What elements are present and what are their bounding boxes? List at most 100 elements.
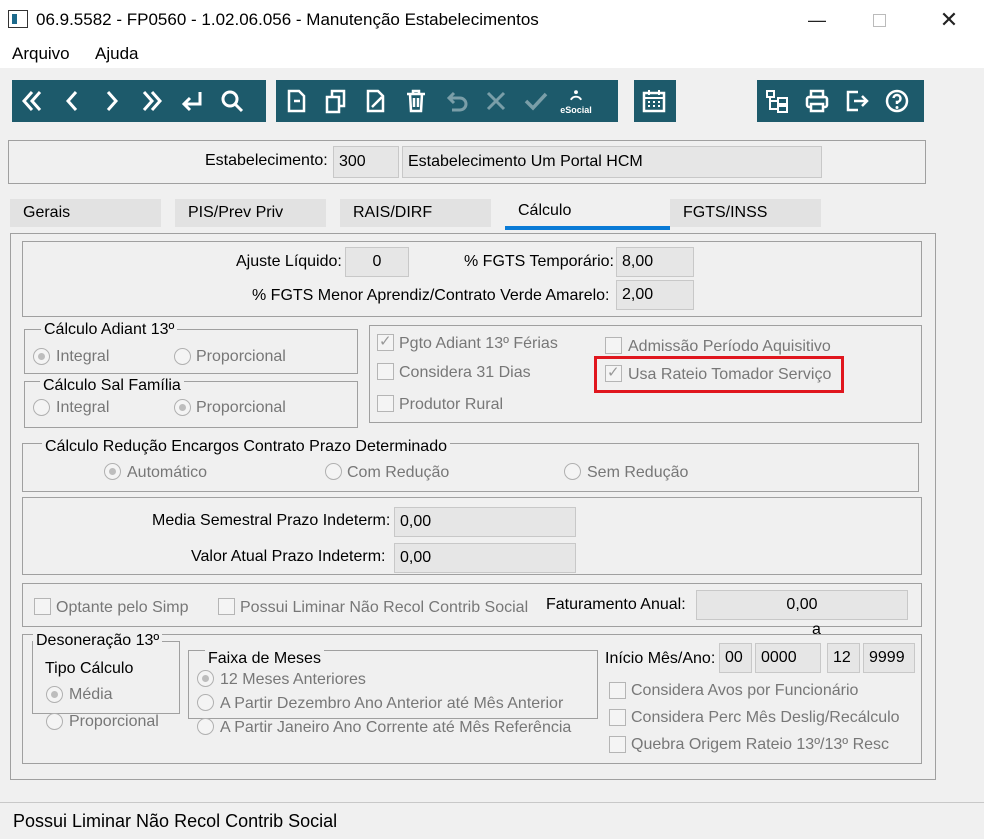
adiant13-proporcional-radio[interactable]	[174, 348, 191, 365]
fgts-menor-label: % FGTS Menor Aprendiz/Contrato Verde Ama…	[252, 287, 610, 304]
fim-mes-field[interactable]: 12	[827, 643, 860, 673]
produtor-rural-checkbox[interactable]	[377, 395, 394, 412]
calendar-icon[interactable]	[634, 80, 674, 122]
reducao-title: Cálculo Redução Encargos Contrato Prazo …	[42, 438, 450, 456]
fgts-temporario-field[interactable]: 8,00	[616, 247, 694, 277]
save-icon[interactable]	[516, 80, 556, 122]
tab-fgts-inss[interactable]: FGTS/INSS	[670, 199, 821, 227]
window-title: 06.9.5582 - FP0560 - 1.02.06.056 - Manut…	[36, 10, 539, 29]
esocial-icon[interactable]: eSocial	[556, 80, 596, 122]
desoneracao-proporcional-radio[interactable]	[46, 713, 63, 730]
esocial-label: eSocial	[560, 105, 592, 115]
right-toolbar	[757, 80, 924, 122]
faturamento-field[interactable]: 0,00	[696, 590, 908, 620]
rateio-checkbox[interactable]	[605, 363, 622, 382]
adiant13-integral-label: Integral	[56, 348, 110, 365]
fgts-menor-field[interactable]: 2,00	[616, 280, 694, 310]
cancel-icon[interactable]	[476, 80, 516, 122]
previous-icon[interactable]	[52, 80, 92, 122]
ate-label: a	[812, 621, 821, 638]
undo-icon[interactable]	[436, 80, 476, 122]
liminar-checkbox[interactable]	[218, 598, 235, 615]
pgto-adiant-label: Pgto Adiant 13º Férias	[399, 335, 558, 352]
ajuste-field[interactable]: 0	[345, 247, 409, 277]
fgts-temporario-label: % FGTS Temporário:	[464, 253, 614, 270]
media-label: Média	[69, 686, 113, 703]
app-icon	[8, 10, 28, 28]
new-icon[interactable]	[276, 80, 316, 122]
menu-arquivo[interactable]: Arquivo	[12, 44, 70, 64]
tab-rais-dirf[interactable]: RAIS/DIRF	[340, 199, 491, 227]
valor-atual-field[interactable]: 0,00	[394, 543, 576, 573]
goto-icon[interactable]	[172, 80, 212, 122]
media-radio[interactable]	[46, 686, 63, 703]
salfamilia-title: Cálculo Sal Família	[40, 377, 184, 395]
tab-calculo[interactable]: Cálculo	[505, 196, 670, 230]
adiant13-integral-radio[interactable]	[33, 348, 50, 365]
avos-label: Considera Avos por Funcionário	[631, 682, 859, 699]
adiant13-proporcional-label: Proporcional	[196, 348, 286, 365]
salfamilia-integral-radio[interactable]	[33, 399, 50, 416]
first-icon[interactable]	[12, 80, 52, 122]
edit-icon[interactable]	[356, 80, 396, 122]
salfamilia-proporcional-radio[interactable]	[174, 399, 191, 416]
tab-gerais[interactable]: Gerais	[10, 199, 161, 227]
reducao-sem-label: Sem Redução	[587, 464, 689, 481]
reducao-com-radio[interactable]	[325, 463, 342, 480]
reducao-automatico-radio[interactable]	[104, 463, 121, 480]
faixa-dezembro-label: A Partir Dezembro Ano Anterior até Mês A…	[220, 695, 564, 712]
reducao-sem-radio[interactable]	[564, 463, 581, 480]
faixa-12meses-radio[interactable]	[197, 670, 214, 687]
estabelecimento-name-field[interactable]: Estabelecimento Um Portal HCM	[402, 146, 822, 178]
inicio-ano-field[interactable]: 0000	[755, 643, 821, 673]
help-icon[interactable]	[877, 80, 917, 122]
next-icon[interactable]	[92, 80, 132, 122]
faixa-janeiro-radio[interactable]	[197, 718, 214, 735]
edit-toolbar: eSocial	[276, 80, 618, 122]
estabelecimento-label: Estabelecimento:	[205, 152, 328, 169]
pgto-adiant-checkbox[interactable]	[377, 332, 394, 351]
admissao-checkbox[interactable]	[605, 337, 622, 354]
close-button[interactable]: ✕	[926, 0, 972, 40]
salfamilia-integral-label: Integral	[56, 399, 110, 416]
perc-checkbox[interactable]	[609, 709, 626, 726]
tab-pis-prev-priv[interactable]: PIS/Prev Priv	[175, 199, 326, 227]
fim-ano-field[interactable]: 9999	[863, 643, 915, 673]
copy-icon[interactable]	[316, 80, 356, 122]
menu-bar: Arquivo Ajuda	[0, 40, 984, 68]
delete-icon[interactable]	[396, 80, 436, 122]
considera31-checkbox[interactable]	[377, 363, 394, 380]
last-icon[interactable]	[132, 80, 172, 122]
faixa-title: Faixa de Meses	[205, 650, 324, 668]
faixa-12meses-label: 12 Meses Anteriores	[220, 671, 366, 688]
quebra-checkbox[interactable]	[609, 736, 626, 753]
search-icon[interactable]	[212, 80, 252, 122]
reducao-com-label: Com Redução	[347, 464, 450, 481]
minimize-button[interactable]: —	[794, 0, 840, 40]
calendar-toolbar	[634, 80, 676, 122]
estabelecimento-code-field[interactable]: 300	[333, 146, 399, 178]
avos-checkbox[interactable]	[609, 682, 626, 699]
liminar-label: Possui Liminar Não Recol Contrib Social	[240, 599, 529, 616]
tipo-calculo-label: Tipo Cálculo	[45, 660, 134, 677]
admissao-label: Admissão Período Aquisitivo	[628, 338, 831, 355]
media-semestral-field[interactable]: 0,00	[394, 507, 576, 537]
quebra-label: Quebra Origem Rateio 13º/13º Resc	[631, 736, 890, 753]
title-bar: 06.9.5582 - FP0560 - 1.02.06.056 - Manut…	[0, 0, 984, 40]
faturamento-label: Faturamento Anual:	[546, 596, 686, 613]
faixa-dezembro-radio[interactable]	[197, 694, 214, 711]
ajuste-label: Ajuste Líquido:	[236, 253, 342, 270]
exit-icon[interactable]	[837, 80, 877, 122]
media-semestral-label: Media Semestral Prazo Indeterm:	[152, 512, 391, 529]
rateio-label: Usa Rateio Tomador Serviço	[628, 366, 832, 383]
inicio-mes-field[interactable]: 00	[719, 643, 752, 673]
optante-label: Optante pelo Simp	[56, 599, 189, 616]
print-icon[interactable]	[797, 80, 837, 122]
optante-checkbox[interactable]	[34, 598, 51, 615]
menu-ajuda[interactable]: Ajuda	[95, 44, 138, 64]
tree-icon[interactable]	[757, 80, 797, 122]
maximize-button[interactable]	[856, 0, 902, 40]
status-bar: Possui Liminar Não Recol Contrib Social	[0, 802, 984, 839]
considera31-label: Considera 31 Dias	[399, 364, 531, 381]
adiant13-title: Cálculo Adiant 13º	[41, 321, 178, 339]
